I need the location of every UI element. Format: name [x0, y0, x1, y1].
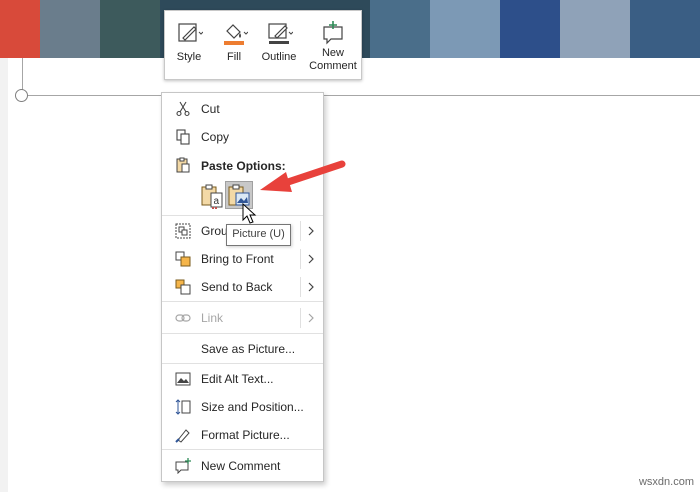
size-position-icon — [175, 399, 191, 415]
menu-item-label: Copy — [201, 130, 230, 144]
menu-item-edit-alt-text[interactable]: Edit Alt Text... — [162, 367, 323, 391]
menu-item-label: Link — [201, 311, 224, 325]
bring-to-front-icon — [175, 251, 191, 267]
menu-separator — [162, 449, 323, 450]
style-icon — [178, 23, 203, 42]
fill-bucket-icon — [224, 24, 248, 45]
new-comment-icon — [323, 21, 343, 45]
new-comment-label-line2: Comment — [309, 60, 357, 72]
submenu-chevron-icon[interactable] — [300, 249, 323, 269]
menu-separator — [162, 301, 323, 302]
menu-item-link: Link — [162, 306, 323, 330]
watermark: wsxdn.com — [638, 476, 694, 488]
context-menu: Cut Copy Paste Options: a Group Bring to… — [161, 92, 324, 482]
menu-item-cut[interactable]: Cut — [162, 97, 323, 121]
alt-text-icon — [175, 372, 191, 386]
menu-item-format-picture[interactable]: Format Picture... — [162, 423, 323, 447]
selection-border-horizontal — [22, 95, 700, 96]
group-icon — [175, 223, 191, 239]
new-comment-label: New Comment — [305, 47, 361, 73]
menu-item-label: Edit Alt Text... — [201, 372, 274, 386]
outline-pen-icon — [268, 23, 293, 44]
picture-tooltip: Picture (U) — [226, 224, 291, 246]
menu-item-label: Bring to Front — [201, 252, 274, 266]
fill-button[interactable]: Fill — [213, 11, 255, 79]
mouse-pointer-icon — [242, 203, 257, 224]
new-comment-label-line1: New — [321, 47, 344, 59]
menu-item-size-and-position[interactable]: Size and Position... — [162, 395, 323, 419]
fill-label: Fill — [226, 51, 242, 63]
menu-item-label: Size and Position... — [201, 400, 304, 414]
paste-keep-text-icon[interactable]: a — [199, 183, 225, 209]
style-button[interactable]: Style — [167, 11, 211, 79]
red-arrow-annotation — [260, 160, 346, 192]
send-to-back-icon — [175, 279, 191, 295]
outline-button[interactable]: Outline — [253, 11, 305, 79]
paste-clipboard-icon — [176, 157, 190, 173]
selection-handle[interactable] — [15, 89, 28, 102]
submenu-chevron-icon — [300, 308, 323, 328]
new-comment-icon — [175, 458, 191, 474]
outline-label: Outline — [261, 51, 297, 63]
new-comment-toolbar-button[interactable]: New Comment — [305, 11, 361, 79]
menu-item-copy[interactable]: Copy — [162, 125, 323, 149]
menu-separator — [162, 333, 323, 334]
menu-separator — [162, 363, 323, 364]
menu-item-new-comment[interactable]: New Comment — [162, 454, 323, 478]
link-icon — [175, 314, 191, 322]
menu-item-label: New Comment — [201, 459, 281, 473]
slide-pane-edge — [0, 58, 8, 492]
mini-toolbar: Style Fill Outline New Comment — [164, 10, 362, 80]
copy-icon — [176, 129, 190, 145]
submenu-chevron-icon[interactable] — [300, 221, 323, 241]
menu-item-label: Format Picture... — [201, 428, 290, 442]
menu-item-send-to-back[interactable]: Send to Back — [162, 275, 323, 299]
menu-item-label: Save as Picture... — [201, 342, 296, 356]
svg-text:a: a — [214, 196, 220, 207]
submenu-chevron-icon[interactable] — [300, 277, 323, 297]
scissors-icon — [176, 101, 190, 117]
format-picture-icon — [175, 429, 190, 443]
menu-item-save-as-picture[interactable]: Save as Picture... — [162, 337, 323, 361]
menu-item-label: Cut — [201, 102, 220, 116]
style-label: Style — [176, 51, 202, 63]
menu-item-bring-to-front[interactable]: Bring to Front — [162, 247, 323, 271]
menu-item-label: Send to Back — [201, 280, 273, 294]
